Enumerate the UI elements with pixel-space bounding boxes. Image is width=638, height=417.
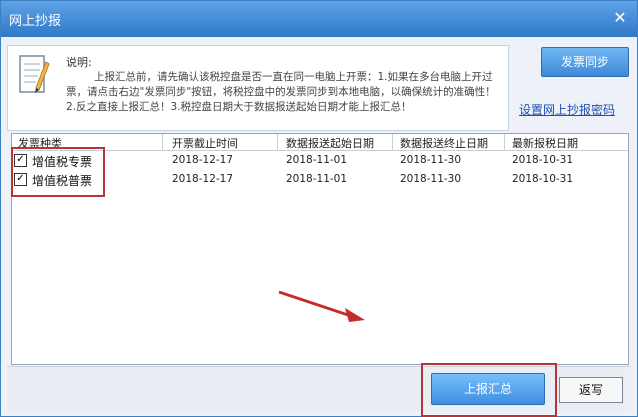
info-label: 说明: bbox=[66, 56, 92, 69]
row-highlight-box bbox=[11, 147, 105, 197]
submit-summary-button[interactable]: 上报汇总 bbox=[431, 373, 545, 405]
row-deadline: 2018-12-17 bbox=[172, 154, 234, 166]
title-bar: 网上抄报 ✕ bbox=[1, 1, 637, 37]
header-end: 数据报送终止日期 bbox=[400, 137, 488, 150]
header-divider bbox=[392, 134, 393, 150]
write-back-button[interactable]: 返写 bbox=[559, 377, 623, 403]
row-end: 2018-11-30 bbox=[400, 154, 462, 166]
row-deadline: 2018-12-17 bbox=[172, 173, 234, 185]
row-end: 2018-11-30 bbox=[400, 173, 462, 185]
window: 网上抄报 ✕ 说明: 上报汇总前，请先确认该税控盘是否一直在同一电脑上开票：1.… bbox=[0, 0, 638, 417]
header-latest: 最新报税日期 bbox=[512, 137, 578, 150]
red-arrow-icon bbox=[278, 290, 365, 322]
row-start: 2018-11-01 bbox=[286, 154, 348, 166]
header-divider bbox=[277, 134, 278, 150]
note-pencil-icon bbox=[19, 55, 50, 93]
window-title: 网上抄报 bbox=[9, 14, 62, 29]
invoice-sync-button[interactable]: 发票同步 bbox=[541, 47, 629, 77]
info-text: 上报汇总前，请先确认该税控盘是否一直在同一电脑上开票：1.如果在多台电脑上开过票… bbox=[66, 71, 496, 113]
header-divider bbox=[504, 134, 505, 150]
header-start: 数据报送起始日期 bbox=[286, 137, 374, 150]
info-panel: 说明: 上报汇总前，请先确认该税控盘是否一直在同一电脑上开票：1.如果在多台电脑… bbox=[7, 45, 509, 131]
set-password-link[interactable]: 设置网上抄报密码 bbox=[519, 101, 615, 118]
row-start: 2018-11-01 bbox=[286, 173, 348, 185]
header-divider bbox=[162, 134, 163, 150]
close-icon[interactable]: ✕ bbox=[611, 9, 629, 27]
header-deadline: 开票截止时间 bbox=[172, 137, 238, 150]
row-latest: 2018-10-31 bbox=[512, 173, 574, 185]
row-latest: 2018-10-31 bbox=[512, 154, 574, 166]
